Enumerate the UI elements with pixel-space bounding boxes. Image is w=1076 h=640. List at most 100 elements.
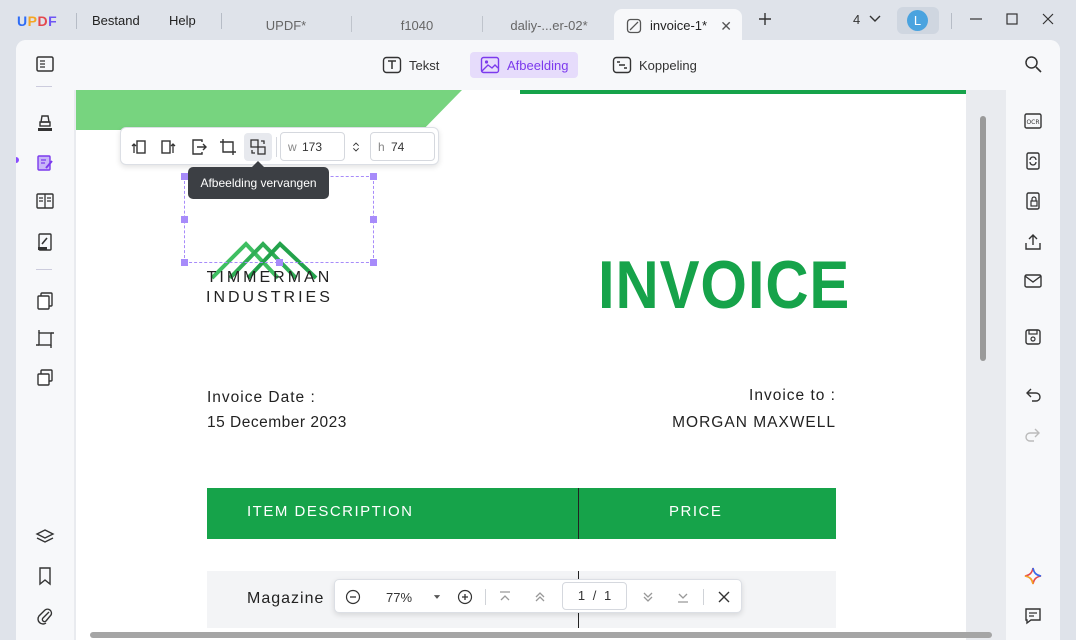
paperclip-icon [37,608,53,625]
resize-handle-top-right[interactable] [370,173,377,180]
new-tab-button[interactable] [758,12,772,31]
link-mode-label: Koppeling [639,57,697,73]
text-mode-label: Tekst [409,57,440,73]
zoom-level[interactable]: 77% [379,587,419,607]
page-separator: / [592,588,597,603]
resize-handle-bottom-right[interactable] [370,259,377,266]
vertical-scrollbar[interactable] [980,116,986,361]
mail-icon [1024,274,1042,288]
header-item-description: ITEM DESCRIPTION [247,503,414,520]
resize-handle-top-left[interactable] [181,173,188,180]
layers-button[interactable] [34,526,56,548]
search-button[interactable] [1022,53,1044,75]
last-page-button[interactable] [673,587,693,607]
lock-document-icon [1026,192,1040,210]
chevron-double-up-icon [535,592,545,602]
bookmark-icon [39,567,51,586]
maximize-icon [1006,13,1018,25]
column-divider [578,488,579,539]
image-icon [480,56,500,74]
tab-daily[interactable]: daliy-...er-02* [497,9,601,42]
extract-image-button[interactable] [185,133,213,161]
text-icon [382,56,402,74]
crop-image-button[interactable] [214,133,242,161]
bookmark-button[interactable] [34,565,56,587]
replace-image-icon [250,139,266,155]
text-mode-button[interactable]: Tekst [372,52,449,78]
link-mode-button[interactable]: Koppeling [602,52,707,78]
fill-sign-button[interactable] [34,231,56,253]
page-number-input[interactable]: 1 / 1 [562,582,627,610]
divider [76,13,77,29]
avatar[interactable]: L [897,7,939,34]
layers-icon [35,529,55,543]
convert-button[interactable] [34,290,56,312]
minimize-button[interactable] [969,12,983,31]
comment-button[interactable] [34,112,56,134]
height-input[interactable]: h 74 [370,132,435,161]
tab-count[interactable]: 4 [853,12,881,27]
tab-invoice[interactable]: invoice-1* ✕ [614,9,742,42]
tab-updf[interactable]: UPDF* [236,9,336,42]
protect-button[interactable] [1022,190,1044,212]
ai-assistant-button[interactable] [1022,565,1044,587]
invoice-date-value: 15 December 2023 [207,414,347,431]
minimize-icon [970,18,982,20]
app-logo[interactable]: UPDF [17,13,57,29]
table-header: ITEM DESCRIPTION PRICE [207,488,836,539]
ocr-icon: OCR [1024,113,1042,129]
svg-text:OCR: OCR [1026,119,1039,126]
header-price: PRICE [669,503,723,520]
lock-aspect-ratio-button[interactable] [347,133,365,161]
rotate-left-button[interactable] [125,133,153,161]
zoom-in-button[interactable] [455,587,475,607]
plus-icon [759,13,771,25]
first-page-icon [500,591,510,601]
menu-file[interactable]: Bestand [92,13,140,28]
save-button[interactable] [1022,326,1044,348]
invoice-to-label: Invoice to : [749,387,836,404]
page-layout-icon [36,193,54,209]
replace-image-button[interactable] [244,133,272,161]
chevron-double-down-icon [643,592,653,602]
tab-divider [482,16,483,32]
rotate-left-icon [131,140,146,154]
attachment-button[interactable] [34,605,56,627]
tab-f1040[interactable]: f1040 [367,9,467,42]
share-button[interactable] [1022,231,1044,253]
zoom-out-button[interactable] [343,587,363,607]
crop-pages-button[interactable] [34,328,56,350]
image-mode-button[interactable]: Afbeelding [470,52,579,78]
previous-page-button[interactable] [530,587,550,607]
close-zoom-bar-button[interactable] [714,587,734,607]
resize-handle-left[interactable] [181,216,188,223]
next-page-button[interactable] [638,587,658,607]
batch-button[interactable] [34,367,56,389]
redo-button[interactable] [1022,423,1044,445]
ocr-button[interactable]: OCR [1022,110,1044,132]
first-page-button[interactable] [495,587,515,607]
maximize-button[interactable] [1005,12,1019,31]
chat-icon [1025,608,1041,625]
menu-help[interactable]: Help [169,13,196,28]
resize-handle-bottom[interactable] [276,259,283,266]
width-input[interactable]: w 173 [280,132,345,161]
edit-pdf-button[interactable] [34,152,56,174]
zoom-dropdown-button[interactable] [430,587,444,607]
rotate-right-button[interactable] [154,133,182,161]
resize-handle-bottom-left[interactable] [181,259,188,266]
comments-panel-button[interactable] [1022,605,1044,627]
email-button[interactable] [1022,270,1044,292]
close-tab-icon[interactable]: ✕ [720,18,732,35]
height-value: 74 [391,140,405,154]
undo-icon [1026,388,1041,402]
close-icon [718,591,730,603]
undo-button[interactable] [1022,383,1044,405]
reader-mode-button[interactable] [34,53,56,75]
organize-pages-button[interactable] [34,190,56,212]
convert-pdf-button[interactable] [1022,150,1044,172]
horizontal-scrollbar[interactable] [90,632,992,638]
resize-handle-right[interactable] [370,216,377,223]
close-window-button[interactable] [1041,12,1055,31]
divider [36,269,52,270]
